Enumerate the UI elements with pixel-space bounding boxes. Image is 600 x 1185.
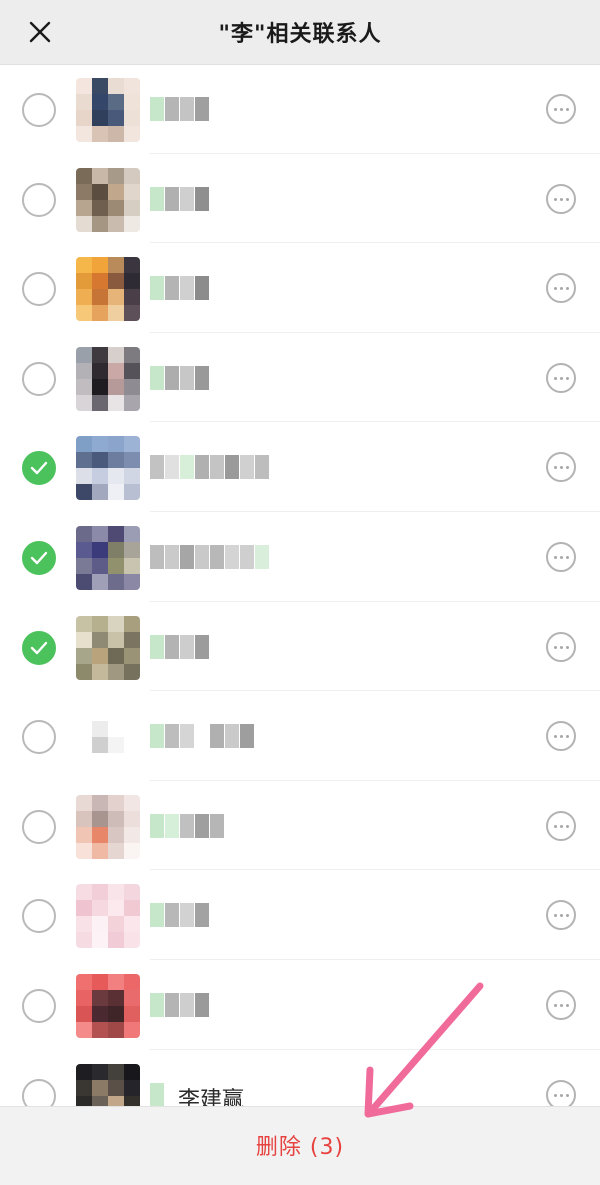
avatar[interactable] xyxy=(76,78,140,142)
annotation-arrow-icon xyxy=(364,982,484,1118)
more-options-button[interactable] xyxy=(546,452,576,483)
contact-row[interactable] xyxy=(0,243,600,333)
check-icon xyxy=(30,641,48,654)
avatar[interactable] xyxy=(76,436,140,501)
checkbox-unchecked[interactable] xyxy=(22,899,56,934)
more-options-button[interactable] xyxy=(546,989,576,1020)
checkbox-unchecked[interactable] xyxy=(22,809,56,844)
checkbox-checked[interactable] xyxy=(22,451,56,486)
contact-row[interactable] xyxy=(0,154,600,244)
more-options-button[interactable] xyxy=(546,541,576,572)
checkbox-unchecked[interactable] xyxy=(22,182,56,217)
more-options-button[interactable] xyxy=(546,721,576,752)
avatar[interactable] xyxy=(76,346,140,411)
checkbox-checked[interactable] xyxy=(22,630,56,665)
checkbox-unchecked[interactable] xyxy=(22,361,56,396)
avatar[interactable] xyxy=(76,525,140,590)
check-icon xyxy=(30,462,48,475)
contact-row[interactable] xyxy=(0,333,600,423)
checkbox-checked[interactable] xyxy=(22,540,56,575)
more-options-button[interactable] xyxy=(546,631,576,662)
more-options-button[interactable] xyxy=(546,94,576,124)
avatar[interactable] xyxy=(76,615,140,680)
contact-row[interactable] xyxy=(0,422,600,512)
nav-bar: "李"相关联系人 xyxy=(0,0,600,65)
contact-row[interactable] xyxy=(0,64,600,154)
avatar[interactable] xyxy=(76,973,140,1038)
checkbox-unchecked[interactable] xyxy=(22,720,56,755)
more-options-button[interactable] xyxy=(546,810,576,841)
check-icon xyxy=(30,551,48,565)
avatar[interactable] xyxy=(76,794,140,859)
avatar[interactable] xyxy=(76,705,140,770)
contact-row[interactable] xyxy=(0,870,600,960)
more-options-button[interactable] xyxy=(546,183,576,214)
contact-row[interactable] xyxy=(0,781,600,871)
contact-row[interactable] xyxy=(0,512,600,602)
checkbox-unchecked[interactable] xyxy=(22,988,56,1023)
checkbox-unchecked[interactable] xyxy=(22,272,56,307)
contact-list: 李建赢 xyxy=(0,64,600,1140)
delete-button[interactable]: 删除 (3) xyxy=(0,1129,600,1161)
contact-row[interactable] xyxy=(0,602,600,692)
avatar[interactable] xyxy=(76,167,140,232)
contact-row[interactable] xyxy=(0,960,600,1050)
footer-bar: 删除 (3) xyxy=(0,1106,600,1185)
more-options-button[interactable] xyxy=(546,273,576,304)
checkbox-unchecked[interactable] xyxy=(22,93,56,127)
contact-row[interactable] xyxy=(0,691,600,781)
more-options-button[interactable] xyxy=(546,900,576,931)
more-options-button[interactable] xyxy=(546,362,576,393)
page-title: "李"相关联系人 xyxy=(218,22,382,47)
avatar[interactable] xyxy=(76,884,140,949)
avatar[interactable] xyxy=(76,257,140,322)
